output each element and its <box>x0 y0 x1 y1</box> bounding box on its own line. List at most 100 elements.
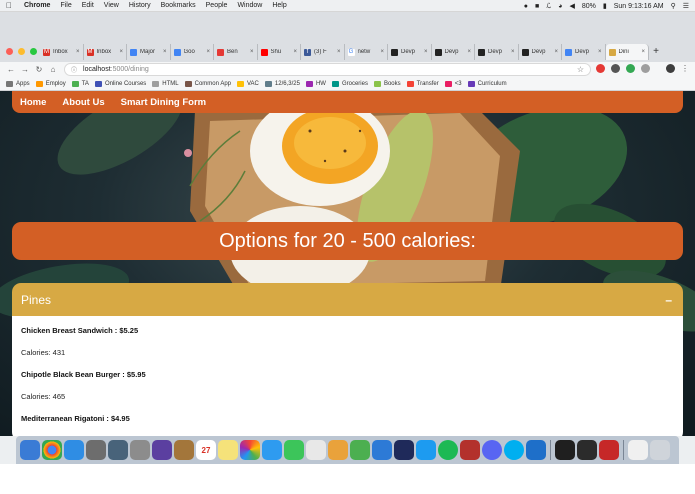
spotify-icon[interactable] <box>438 440 458 460</box>
close-tab-icon[interactable]: × <box>250 49 254 55</box>
spotlight-icon[interactable]: ⚲ <box>671 2 676 10</box>
maximize-window-button[interactable] <box>30 48 37 55</box>
notification-center-icon[interactable]: ☰ <box>683 2 689 10</box>
bookmark-item[interactable]: Groceries <box>331 80 368 87</box>
site-info-icon[interactable]: ⓘ <box>71 65 77 74</box>
bookmark-item[interactable]: HTML <box>152 80 179 87</box>
notes-icon[interactable] <box>218 440 238 460</box>
user-icon[interactable]: ● <box>524 3 528 10</box>
a-icon[interactable]: ■ <box>535 3 539 10</box>
close-tab-icon[interactable]: × <box>380 49 384 55</box>
menu-app-name[interactable]: Chrome <box>24 2 50 9</box>
accordion-header-pines[interactable]: Pines – <box>12 283 683 316</box>
system-preferences-icon[interactable] <box>86 440 106 460</box>
trash-icon[interactable] <box>650 440 670 460</box>
browser-tab[interactable]: Devp × <box>519 44 562 60</box>
extension-icon[interactable] <box>596 64 605 73</box>
bookmark-star-icon[interactable]: ☆ <box>577 65 584 74</box>
browser-tab[interactable]: Devp × <box>475 44 519 60</box>
vscode-icon[interactable] <box>526 440 546 460</box>
back-arrow-icon[interactable]: ← <box>4 65 18 74</box>
close-tab-icon[interactable]: × <box>598 49 602 55</box>
facetime-icon[interactable] <box>284 440 304 460</box>
browser-tab[interactable]: Devp × <box>562 44 606 60</box>
numbers-icon[interactable] <box>350 440 370 460</box>
menu-file[interactable]: File <box>60 2 71 9</box>
nav-dining-form-link[interactable]: Smart Dining Form <box>121 97 207 108</box>
close-tab-icon[interactable]: × <box>119 49 123 55</box>
chrome-icon[interactable] <box>42 440 62 460</box>
menu-window[interactable]: Window <box>237 2 262 9</box>
discord-icon[interactable] <box>482 440 502 460</box>
nav-home-link[interactable]: Home <box>20 97 46 108</box>
bluetooth-icon[interactable]: ℒ <box>546 2 551 10</box>
safari-icon[interactable] <box>64 440 84 460</box>
browser-tab[interactable]: f (3) F × <box>301 44 345 60</box>
close-tab-icon[interactable]: × <box>293 49 297 55</box>
close-tab-icon[interactable]: × <box>554 49 558 55</box>
browser-tab[interactable]: Dini × <box>605 44 649 60</box>
browser-tab[interactable]: Devp × <box>432 44 475 60</box>
bookmark-item[interactable]: Transfer <box>406 80 439 87</box>
extension-icon[interactable] <box>611 64 620 73</box>
battery-percent[interactable]: 80% <box>582 3 596 10</box>
menu-help[interactable]: Help <box>272 2 286 9</box>
close-window-button[interactable] <box>6 48 13 55</box>
keynote-icon[interactable] <box>372 440 392 460</box>
app-store-icon[interactable] <box>416 440 436 460</box>
activity-monitor-icon[interactable] <box>555 440 575 460</box>
pages-icon[interactable] <box>328 440 348 460</box>
close-tab-icon[interactable]: × <box>467 49 471 55</box>
browser-tab[interactable]: M Inbox × <box>84 44 127 60</box>
bookmark-item[interactable]: Curriculum <box>467 80 507 87</box>
clock-icon[interactable] <box>628 440 648 460</box>
menu-bookmarks[interactable]: Bookmarks <box>161 2 196 9</box>
browser-tab[interactable]: Ben × <box>214 44 258 60</box>
browser-tab[interactable]: M Inbox × <box>40 44 84 60</box>
menu-view[interactable]: View <box>104 2 119 9</box>
menu-people[interactable]: People <box>206 2 228 9</box>
browser-tab[interactable]: Gnetw × <box>345 44 388 60</box>
calendar-icon[interactable]: 27 <box>196 440 216 460</box>
volume-icon[interactable]: ◀ <box>569 2 574 10</box>
bookmark-item[interactable]: Books <box>373 80 401 87</box>
clock[interactable]: Sun 9:13:16 AM <box>614 3 664 10</box>
siri-icon[interactable] <box>152 440 172 460</box>
apple-icon[interactable]:  <box>6 1 12 10</box>
contacts-icon[interactable] <box>174 440 194 460</box>
home-icon[interactable]: ⌂ <box>46 65 60 74</box>
launchpad-icon[interactable] <box>130 440 150 460</box>
address-bar[interactable]: ⓘ localhost:5000/dining ☆ <box>64 63 591 76</box>
reload-icon[interactable]: ↻ <box>32 65 46 74</box>
bookmark-item[interactable]: Online Courses <box>94 80 146 87</box>
app-icon[interactable] <box>599 440 619 460</box>
minimize-window-button[interactable] <box>18 48 25 55</box>
messages-icon[interactable] <box>262 440 282 460</box>
menu-edit[interactable]: Edit <box>82 2 94 9</box>
extension-icon[interactable] <box>626 64 635 73</box>
profile-avatar[interactable] <box>666 64 675 73</box>
bookmark-apps[interactable]: Apps <box>6 80 30 87</box>
skype-icon[interactable] <box>504 440 524 460</box>
app-icon[interactable] <box>394 440 414 460</box>
browser-tab[interactable]: Major × <box>127 44 171 60</box>
browser-tab[interactable]: Shu × <box>258 44 301 60</box>
preview-icon[interactable] <box>306 440 326 460</box>
nav-about-link[interactable]: About Us <box>62 97 104 108</box>
collapse-toggle-icon[interactable]: – <box>665 293 672 307</box>
close-tab-icon[interactable]: × <box>206 49 210 55</box>
browser-tab[interactable]: Goo × <box>171 44 214 60</box>
bookmark-item[interactable]: VAC <box>237 80 259 87</box>
image-capture-icon[interactable] <box>108 440 128 460</box>
new-tab-button[interactable]: + <box>649 44 663 60</box>
bookmark-item[interactable]: 12/6,3/25 <box>264 80 300 87</box>
close-tab-icon[interactable]: × <box>641 49 645 55</box>
forward-arrow-icon[interactable]: → <box>18 65 32 74</box>
finder-icon[interactable] <box>20 440 40 460</box>
close-tab-icon[interactable]: × <box>424 49 428 55</box>
bookmark-item[interactable]: Employ <box>35 80 66 87</box>
dictionary-icon[interactable] <box>460 440 480 460</box>
photos-icon[interactable] <box>240 440 260 460</box>
bookmark-item[interactable]: Common App <box>184 80 231 87</box>
more-menu-icon[interactable]: ⋮ <box>681 64 689 73</box>
